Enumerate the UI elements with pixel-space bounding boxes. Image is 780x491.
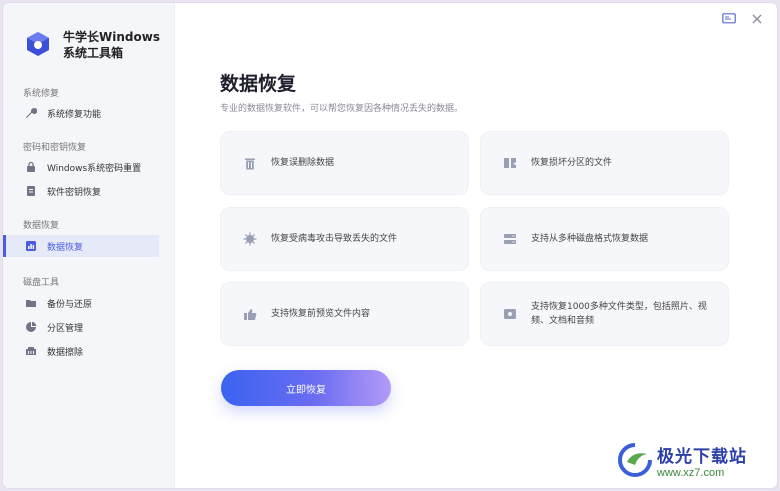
sidebar-item-software-key[interactable]: 软件密钥恢复 <box>3 180 159 202</box>
sidebar-item-backup[interactable]: 备份与还原 <box>3 292 159 314</box>
feature-card-text: 恢复误删除数据 <box>271 158 335 168</box>
document-icon <box>25 185 37 197</box>
sidebar-item-windows-password[interactable]: Windows系统密码重置 <box>3 156 159 178</box>
watermark: 极光下载站 www.xz7.com <box>617 438 767 482</box>
feature-card-text: 恢复受病毒攻击导致丢失的文件 <box>271 234 398 244</box>
file-types-icon <box>503 307 517 321</box>
watermark-url: www.xz7.com <box>657 466 725 479</box>
folder-icon <box>25 297 37 309</box>
virus-icon <box>243 232 257 246</box>
feature-card-text: 恢复损坏分区的文件 <box>531 158 613 168</box>
sidebar-item-label: 软件密钥恢复 <box>47 187 102 198</box>
recover-now-button[interactable]: 立即恢复 <box>221 370 391 406</box>
close-button[interactable] <box>749 11 765 27</box>
feature-card-text: 支持恢复1000多种文件类型，包括照片、视频、文档和音频 <box>531 302 707 326</box>
section-label-disk-tools: 磁盘工具 <box>23 278 60 288</box>
damaged-partition-icon <box>503 156 517 170</box>
wrench-icon <box>25 107 37 119</box>
feature-card: 支持恢复1000多种文件类型，包括照片、视频、文档和音频 <box>480 282 729 346</box>
sidebar: 牛学长Windows系统工具箱 系统修复 系统修复功能 密码和密钥恢复 Wind… <box>3 3 175 488</box>
sidebar-item-system-repair[interactable]: 系统修复功能 <box>3 102 159 124</box>
watermark-name: 极光下载站 <box>657 446 747 467</box>
feature-card: 恢复误删除数据 <box>220 131 469 195</box>
erase-icon <box>25 345 37 357</box>
feature-card: 支持恢复前预览文件内容 <box>220 282 469 346</box>
lock-icon <box>25 161 37 173</box>
section-label-data-recovery: 数据恢复 <box>23 221 60 231</box>
feature-card-text: 支持从多种磁盘格式恢复数据 <box>531 234 649 244</box>
sidebar-item-partition[interactable]: 分区管理 <box>3 316 159 338</box>
page-title: 数据恢复 <box>220 73 297 95</box>
sidebar-item-label: 数据擦除 <box>47 347 84 358</box>
app-logo-icon <box>27 32 49 56</box>
main-content: 数据恢复 专业的数据恢复软件，可以帮您恢复因各种情况丢失的数据。 恢复误删除数据… <box>175 3 777 488</box>
sidebar-item-label: 数据恢复 <box>47 242 84 253</box>
data-icon <box>25 240 37 252</box>
close-icon <box>752 14 762 24</box>
feedback-button[interactable] <box>721 11 737 27</box>
page-subtitle: 专业的数据恢复软件，可以帮您恢复因各种情况丢失的数据。 <box>220 104 464 114</box>
sidebar-item-label: Windows系统密码重置 <box>47 163 142 174</box>
trash-icon <box>243 156 257 170</box>
sidebar-item-label: 系统修复功能 <box>47 109 102 120</box>
watermark-logo-icon <box>618 443 652 477</box>
sidebar-item-erase[interactable]: 数据擦除 <box>3 340 159 362</box>
feedback-icon <box>722 13 736 24</box>
feature-card: 恢复受病毒攻击导致丢失的文件 <box>220 207 469 271</box>
sidebar-item-data-recovery[interactable]: 数据恢复 <box>3 235 159 257</box>
section-label-password: 密码和密钥恢复 <box>23 143 87 153</box>
disk-icon <box>503 232 517 246</box>
sidebar-item-label: 分区管理 <box>47 323 84 334</box>
feature-card: 恢复损坏分区的文件 <box>480 131 729 195</box>
section-label-system-repair: 系统修复 <box>23 89 60 99</box>
thumbs-up-icon <box>243 307 257 321</box>
app-window: 牛学长Windows系统工具箱 系统修复 系统修复功能 密码和密钥恢复 Wind… <box>3 3 777 488</box>
app-title: 牛学长Windows系统工具箱 <box>63 30 160 60</box>
feature-card-text: 支持恢复前预览文件内容 <box>271 309 371 319</box>
sidebar-item-label: 备份与还原 <box>47 299 93 310</box>
feature-card: 支持从多种磁盘格式恢复数据 <box>480 207 729 271</box>
pie-icon <box>25 321 37 333</box>
